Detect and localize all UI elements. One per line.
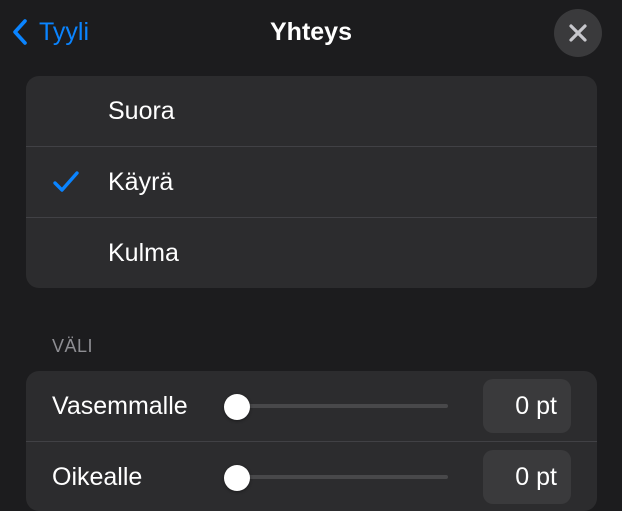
option-label: Kulma	[108, 239, 179, 267]
spacing-controls: Vasemmalle 0 pt Oikealle 0 pt	[26, 371, 597, 511]
spacing-left-slider-track[interactable]	[238, 404, 448, 408]
spacing-right-label: Oikealle	[52, 463, 143, 491]
spacing-right-value-field[interactable]: 0 pt	[483, 450, 571, 504]
connection-style-list: Suora Käyrä Kulma	[26, 76, 597, 288]
checkmark-icon	[52, 170, 80, 194]
page-title: Yhteys	[270, 18, 352, 46]
navigation-bar: Tyyli Yhteys	[0, 0, 622, 64]
close-icon	[568, 23, 588, 43]
option-label: Suora	[108, 97, 175, 125]
option-row-kayra[interactable]: Käyrä	[26, 146, 597, 217]
spacing-right-slider-track[interactable]	[238, 475, 448, 479]
spacing-right-slider-thumb[interactable]	[224, 465, 250, 491]
close-button[interactable]	[554, 9, 602, 57]
spacing-right-row: Oikealle 0 pt	[26, 441, 597, 511]
spacing-section-header: VÄLI	[52, 336, 94, 356]
option-label: Käyrä	[108, 168, 174, 196]
spacing-left-row: Vasemmalle 0 pt	[26, 371, 597, 441]
option-row-suora[interactable]: Suora	[26, 76, 597, 146]
option-row-kulma[interactable]: Kulma	[26, 217, 597, 288]
spacing-left-label: Vasemmalle	[52, 392, 188, 420]
spacing-left-slider-thumb[interactable]	[224, 394, 250, 420]
spacing-left-value-field[interactable]: 0 pt	[483, 379, 571, 433]
